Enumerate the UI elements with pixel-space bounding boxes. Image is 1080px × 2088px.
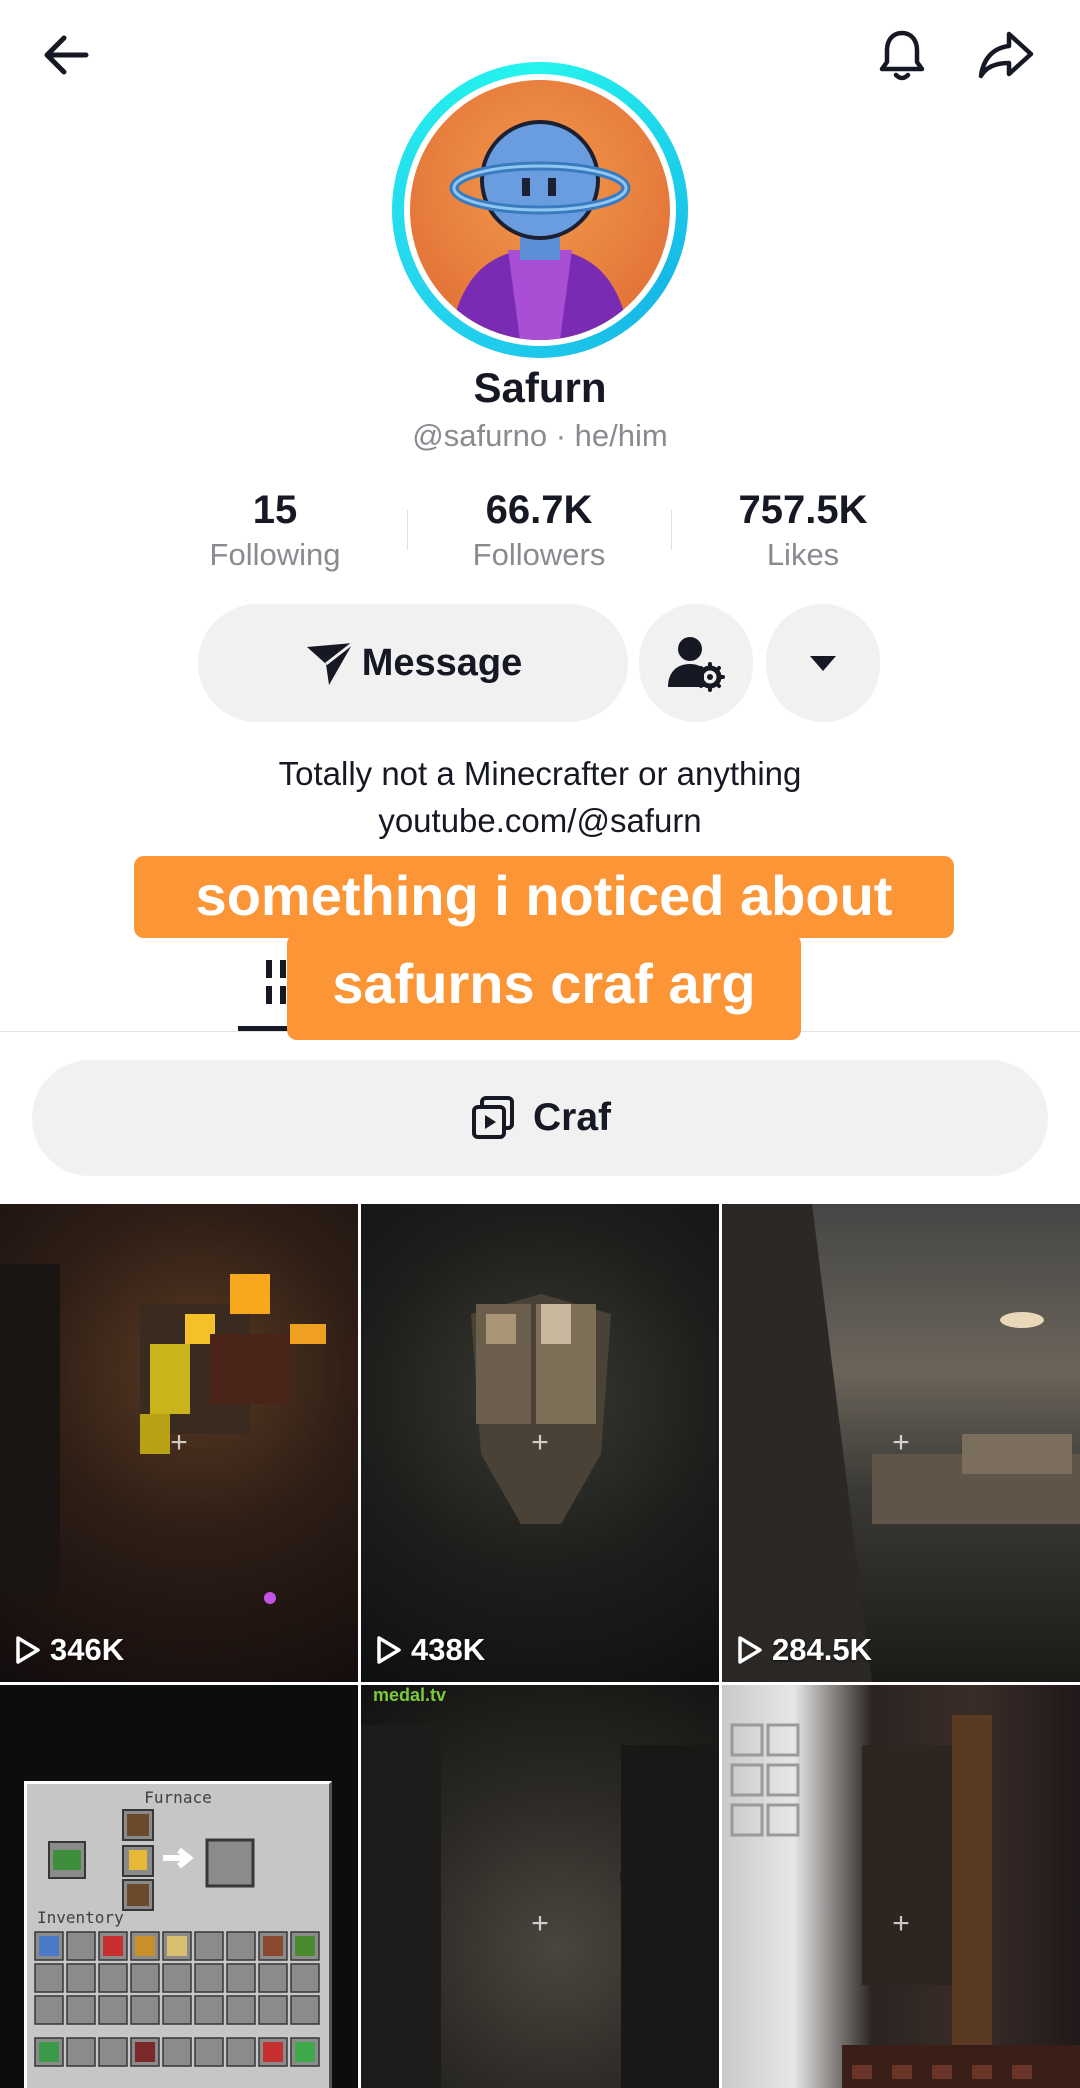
- plus-icon: +: [170, 1426, 188, 1459]
- play-icon: [16, 1636, 40, 1664]
- avatar-story-ring[interactable]: [392, 62, 688, 358]
- add-friend-settings-button[interactable]: [639, 604, 753, 722]
- bio-link[interactable]: youtube.com/@safurn: [0, 797, 1080, 844]
- furnace-slots: [34, 1809, 320, 2067]
- message-button-label: Message: [361, 641, 523, 684]
- video-thumbnail[interactable]: + 284.5K: [722, 1204, 1080, 1682]
- display-name: Safurn: [473, 364, 607, 411]
- video-thumbnail[interactable]: medal.tv +: [361, 1685, 719, 2088]
- video-thumbnail[interactable]: Furnace Inventory: [0, 1685, 358, 2088]
- send-icon: [306, 641, 354, 685]
- more-options-button[interactable]: [766, 604, 880, 722]
- plus-icon: +: [531, 1907, 549, 1940]
- stat-divider: [671, 510, 672, 550]
- furnace-inventory-screenshot: Furnace Inventory: [24, 1781, 332, 2088]
- back-arrow-icon: [44, 35, 89, 75]
- bio: Totally not a Minecrafter or anything yo…: [0, 750, 1080, 844]
- video-thumbnail[interactable]: + 346K: [0, 1204, 358, 1682]
- username-pronouns: @safurno · he/him: [412, 418, 668, 453]
- video-thumbnail[interactable]: + 438K: [361, 1204, 719, 1682]
- following-count: 15: [252, 488, 298, 532]
- bell-icon: [879, 30, 925, 81]
- likes-label: Likes: [766, 537, 840, 572]
- plus-icon: +: [531, 1426, 549, 1459]
- stat-following[interactable]: 15 Following: [145, 488, 405, 573]
- message-button[interactable]: Message: [198, 604, 628, 722]
- caption-overlay-line2: safurns craf arg: [287, 934, 801, 1040]
- share-button[interactable]: [966, 15, 1046, 95]
- caption-overlay-line1: something i noticed about: [134, 856, 954, 938]
- profile-stats: 15 Following 66.7K Followers 757.5K Like…: [0, 488, 1080, 578]
- likes-count: 757.5K: [738, 488, 868, 532]
- video-thumbnail[interactable]: +: [722, 1685, 1080, 2088]
- chevron-down-icon: [810, 656, 836, 671]
- profile-actions: Message: [0, 604, 1080, 722]
- play-icon: [377, 1636, 401, 1664]
- stat-likes[interactable]: 757.5K Likes: [673, 488, 933, 573]
- plus-icon: +: [892, 1426, 910, 1459]
- stat-divider: [407, 510, 408, 550]
- avatar-illustration: [449, 120, 631, 340]
- playlist-icon: [471, 1096, 514, 1139]
- plus-icon: +: [892, 1907, 910, 1940]
- view-count: 438K: [375, 1632, 485, 1668]
- following-label: Following: [209, 537, 341, 572]
- video-grid: + 346K + 438K + 284.5K Furnace Inventory…: [0, 1204, 1080, 2088]
- followers-label: Followers: [472, 537, 606, 572]
- notifications-button[interactable]: [862, 15, 942, 95]
- avatar: [410, 80, 670, 340]
- view-count-label: 438K: [411, 1632, 486, 1667]
- back-button[interactable]: [26, 15, 106, 95]
- view-count-label: 284.5K: [772, 1632, 872, 1667]
- share-icon: [978, 31, 1034, 79]
- view-count: 346K: [14, 1632, 124, 1668]
- view-count-label: 346K: [50, 1632, 125, 1667]
- playlist-craf-button[interactable]: Craf: [32, 1060, 1048, 1176]
- view-count: 284.5K: [736, 1632, 872, 1668]
- add-friend-settings-icon: [668, 637, 725, 692]
- followers-count: 66.7K: [485, 488, 593, 532]
- play-icon: [738, 1636, 762, 1664]
- stat-followers[interactable]: 66.7K Followers: [409, 488, 669, 573]
- inventory-label: Inventory: [37, 1908, 124, 1927]
- playlist-label: Craf: [532, 1096, 612, 1139]
- bio-text: Totally not a Minecrafter or anything: [278, 755, 802, 792]
